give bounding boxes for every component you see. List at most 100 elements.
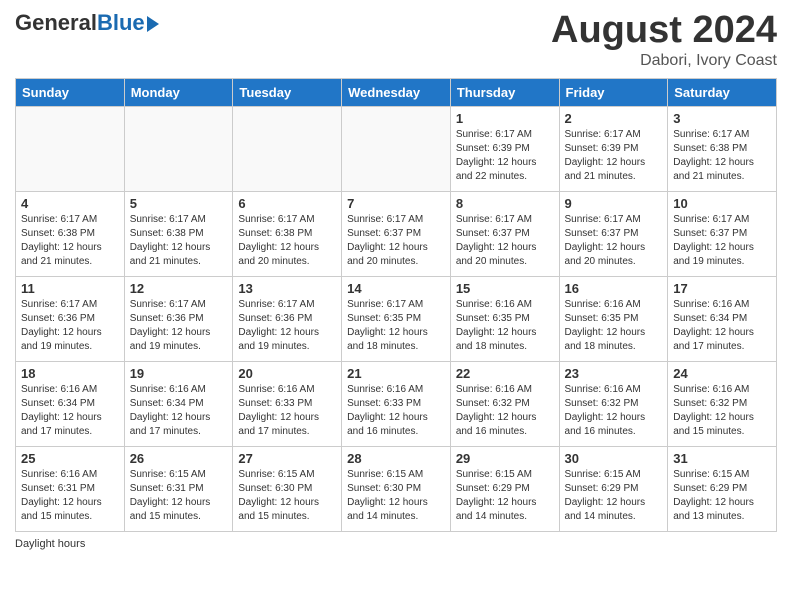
calendar-cell xyxy=(233,106,342,191)
calendar-cell: 27 Sunrise: 6:15 AM Sunset: 6:30 PM Dayli… xyxy=(233,446,342,531)
day-info: Sunrise: 6:17 AM Sunset: 6:37 PM Dayligh… xyxy=(673,213,771,269)
calendar-cell: 6 Sunrise: 6:17 AM Sunset: 6:38 PM Daylig… xyxy=(233,191,342,276)
logo-general-text: General xyxy=(15,10,97,36)
calendar-cell: 25Sunrise: 6:16 AM Sunset: 6:31 PM Dayli… xyxy=(16,446,125,531)
day-info: Sunrise: 6:15 AM Sunset: 6:29 PM Dayligh… xyxy=(673,468,771,524)
calendar-cell: 22Sunrise: 6:16 AM Sunset: 6:32 PM Dayli… xyxy=(450,361,559,446)
day-info: Sunrise: 6:17 AM Sunset: 6:36 PM Dayligh… xyxy=(238,298,336,354)
calendar-cell: 10 Sunrise: 6:17 AM Sunset: 6:37 PM Dayli… xyxy=(668,191,777,276)
day-info: Sunrise: 6:17 AM Sunset: 6:37 PM Dayligh… xyxy=(456,213,554,269)
day-number: 26 xyxy=(130,451,228,466)
calendar-cell: 1Sunrise: 6:17 AM Sunset: 6:39 PM Daylig… xyxy=(450,106,559,191)
day-info: Sunrise: 6:17 AM Sunset: 6:39 PM Dayligh… xyxy=(565,128,663,184)
calendar-cell: 20 Sunrise: 6:16 AM Sunset: 6:33 PM Dayli… xyxy=(233,361,342,446)
day-number: 6 xyxy=(238,196,336,211)
day-number: 12 xyxy=(130,281,228,296)
day-number: 2 xyxy=(565,111,663,126)
calendar-cell xyxy=(16,106,125,191)
day-number: 4 xyxy=(21,196,119,211)
day-info: Sunrise: 6:15 AM Sunset: 6:29 PM Dayligh… xyxy=(565,468,663,524)
header-day-tuesday: Tuesday xyxy=(233,78,342,106)
header-day-friday: Friday xyxy=(559,78,668,106)
title-area: August 2024 Dabori, Ivory Coast xyxy=(551,10,777,70)
calendar-cell: 30Sunrise: 6:15 AM Sunset: 6:29 PM Dayli… xyxy=(559,446,668,531)
day-info: Sunrise: 6:17 AM Sunset: 6:36 PM Dayligh… xyxy=(21,298,119,354)
day-info: Sunrise: 6:17 AM Sunset: 6:35 PM Dayligh… xyxy=(347,298,445,354)
header-day-monday: Monday xyxy=(124,78,233,106)
day-info: Sunrise: 6:16 AM Sunset: 6:32 PM Dayligh… xyxy=(673,383,771,439)
calendar-cell: 19 Sunrise: 6:16 AM Sunset: 6:34 PM Dayli… xyxy=(124,361,233,446)
calendar-cell: 24 Sunrise: 6:16 AM Sunset: 6:32 PM Dayli… xyxy=(668,361,777,446)
day-info: Sunrise: 6:16 AM Sunset: 6:35 PM Dayligh… xyxy=(565,298,663,354)
day-info: Sunrise: 6:17 AM Sunset: 6:37 PM Dayligh… xyxy=(565,213,663,269)
calendar-cell: 12 Sunrise: 6:17 AM Sunset: 6:36 PM Dayli… xyxy=(124,276,233,361)
day-number: 19 xyxy=(130,366,228,381)
calendar-cell: 2 Sunrise: 6:17 AM Sunset: 6:39 PM Daylig… xyxy=(559,106,668,191)
day-info: Sunrise: 6:15 AM Sunset: 6:29 PM Dayligh… xyxy=(456,468,554,524)
calendar-cell: 8 Sunrise: 6:17 AM Sunset: 6:37 PM Daylig… xyxy=(450,191,559,276)
day-number: 5 xyxy=(130,196,228,211)
day-info: Sunrise: 6:17 AM Sunset: 6:39 PM Dayligh… xyxy=(456,128,554,184)
day-info: Sunrise: 6:16 AM Sunset: 6:33 PM Dayligh… xyxy=(238,383,336,439)
calendar-cell: 31 Sunrise: 6:15 AM Sunset: 6:29 PM Dayli… xyxy=(668,446,777,531)
calendar-table: SundayMondayTuesdayWednesdayThursdayFrid… xyxy=(15,78,777,532)
calendar-cell: 3 Sunrise: 6:17 AM Sunset: 6:38 PM Daylig… xyxy=(668,106,777,191)
day-info: Sunrise: 6:16 AM Sunset: 6:34 PM Dayligh… xyxy=(130,383,228,439)
calendar-week-row: 11 Sunrise: 6:17 AM Sunset: 6:36 PM Dayli… xyxy=(16,276,777,361)
header-day-saturday: Saturday xyxy=(668,78,777,106)
day-info: Sunrise: 6:15 AM Sunset: 6:31 PM Dayligh… xyxy=(130,468,228,524)
day-number: 27 xyxy=(238,451,336,466)
calendar-cell: 14 Sunrise: 6:17 AM Sunset: 6:35 PM Dayli… xyxy=(342,276,451,361)
day-info: Sunrise: 6:16 AM Sunset: 6:31 PM Dayligh… xyxy=(21,468,119,524)
day-number: 20 xyxy=(238,366,336,381)
day-number: 29 xyxy=(456,451,554,466)
calendar-cell xyxy=(342,106,451,191)
day-number: 16 xyxy=(565,281,663,296)
day-info: Sunrise: 6:17 AM Sunset: 6:38 PM Dayligh… xyxy=(238,213,336,269)
day-number: 14 xyxy=(347,281,445,296)
day-number: 15 xyxy=(456,281,554,296)
logo-arrow-icon xyxy=(147,16,159,32)
header-day-wednesday: Wednesday xyxy=(342,78,451,106)
calendar-cell: 21Sunrise: 6:16 AM Sunset: 6:33 PM Dayli… xyxy=(342,361,451,446)
day-info: Sunrise: 6:15 AM Sunset: 6:30 PM Dayligh… xyxy=(238,468,336,524)
calendar-cell: 28Sunrise: 6:15 AM Sunset: 6:30 PM Dayli… xyxy=(342,446,451,531)
calendar-cell: 5 Sunrise: 6:17 AM Sunset: 6:38 PM Daylig… xyxy=(124,191,233,276)
calendar-cell: 16 Sunrise: 6:16 AM Sunset: 6:35 PM Dayli… xyxy=(559,276,668,361)
calendar-cell: 7 Sunrise: 6:17 AM Sunset: 6:37 PM Daylig… xyxy=(342,191,451,276)
day-number: 31 xyxy=(673,451,771,466)
day-info: Sunrise: 6:17 AM Sunset: 6:38 PM Dayligh… xyxy=(673,128,771,184)
calendar-cell: 4Sunrise: 6:17 AM Sunset: 6:38 PM Daylig… xyxy=(16,191,125,276)
location-title: Dabori, Ivory Coast xyxy=(551,52,777,70)
day-info: Sunrise: 6:16 AM Sunset: 6:34 PM Dayligh… xyxy=(673,298,771,354)
day-info: Sunrise: 6:16 AM Sunset: 6:35 PM Dayligh… xyxy=(456,298,554,354)
day-info: Sunrise: 6:15 AM Sunset: 6:30 PM Dayligh… xyxy=(347,468,445,524)
day-number: 23 xyxy=(565,366,663,381)
day-number: 21 xyxy=(347,366,445,381)
day-number: 11 xyxy=(21,281,119,296)
calendar-cell: 18Sunrise: 6:16 AM Sunset: 6:34 PM Dayli… xyxy=(16,361,125,446)
day-info: Sunrise: 6:16 AM Sunset: 6:34 PM Dayligh… xyxy=(21,383,119,439)
day-number: 3 xyxy=(673,111,771,126)
day-info: Sunrise: 6:17 AM Sunset: 6:38 PM Dayligh… xyxy=(130,213,228,269)
day-number: 24 xyxy=(673,366,771,381)
daylight-label: Daylight hours xyxy=(15,538,85,550)
day-number: 9 xyxy=(565,196,663,211)
calendar-cell: 15 Sunrise: 6:16 AM Sunset: 6:35 PM Dayli… xyxy=(450,276,559,361)
header-day-thursday: Thursday xyxy=(450,78,559,106)
calendar-header-row: SundayMondayTuesdayWednesdayThursdayFrid… xyxy=(16,78,777,106)
day-info: Sunrise: 6:17 AM Sunset: 6:36 PM Dayligh… xyxy=(130,298,228,354)
day-info: Sunrise: 6:17 AM Sunset: 6:37 PM Dayligh… xyxy=(347,213,445,269)
calendar-cell: 17 Sunrise: 6:16 AM Sunset: 6:34 PM Dayli… xyxy=(668,276,777,361)
day-number: 17 xyxy=(673,281,771,296)
day-number: 8 xyxy=(456,196,554,211)
day-number: 10 xyxy=(673,196,771,211)
footer-note: Daylight hours xyxy=(15,538,777,550)
header: General Blue August 2024 Dabori, Ivory C… xyxy=(15,10,777,70)
day-info: Sunrise: 6:16 AM Sunset: 6:32 PM Dayligh… xyxy=(456,383,554,439)
day-number: 7 xyxy=(347,196,445,211)
calendar-cell: 29 Sunrise: 6:15 AM Sunset: 6:29 PM Dayli… xyxy=(450,446,559,531)
calendar-week-row: 25Sunrise: 6:16 AM Sunset: 6:31 PM Dayli… xyxy=(16,446,777,531)
month-title: August 2024 xyxy=(551,10,777,52)
calendar-week-row: 4 Sunrise: 6:17 AM Sunset: 6:38 PM Daylig… xyxy=(16,191,777,276)
